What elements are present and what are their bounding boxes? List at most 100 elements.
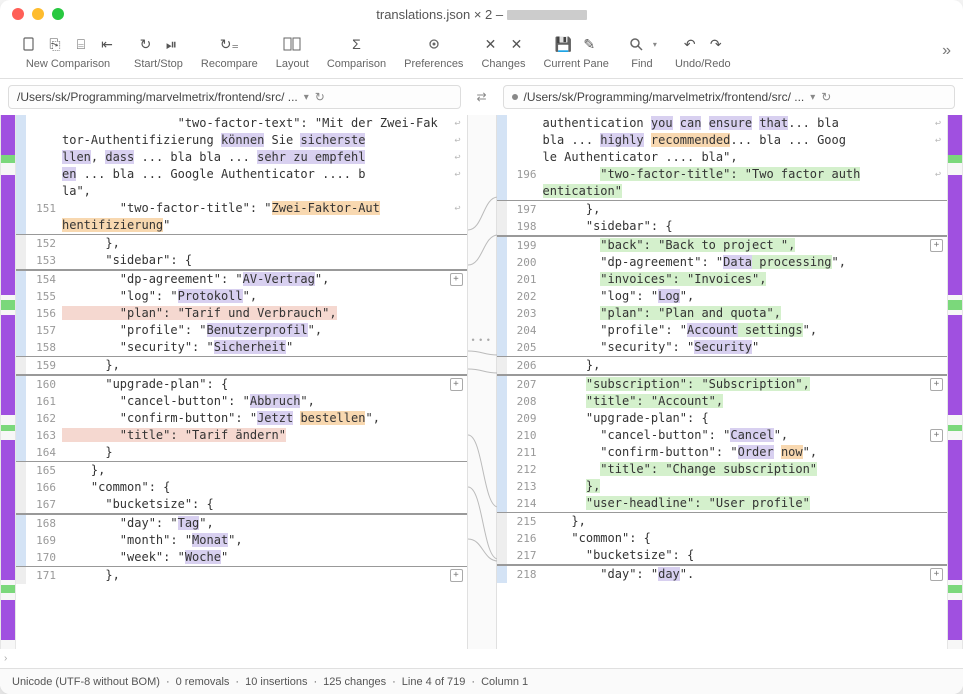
history-icon[interactable]: ↻ xyxy=(821,90,831,104)
code-row[interactable]: 203 "plan": "Plan and quota", xyxy=(497,305,948,322)
code-row[interactable]: 168 "day": "Tag", xyxy=(16,514,467,532)
code-row[interactable]: 162 "confirm-button": "Jetzt bestellen", xyxy=(16,410,467,427)
left-overview-gutter[interactable] xyxy=(0,115,16,649)
code-content[interactable]: bla ... highly recommended... bla ... Go… xyxy=(543,132,948,149)
merge-button[interactable]: + xyxy=(930,378,943,391)
code-content[interactable]: "back": "Back to project ",+ xyxy=(543,237,948,254)
path-swap-icon[interactable]: ⇄ xyxy=(473,90,491,104)
left-pane[interactable]: "two-factor-text": "Mit der Zwei-Fak↩tor… xyxy=(16,115,467,649)
code-content[interactable]: "plan": "Tarif und Verbrauch", xyxy=(62,305,467,322)
code-row[interactable]: 214 "user-headline": "User profile" xyxy=(497,495,948,513)
code-content[interactable]: tor-Authentifizierung können Sie sichers… xyxy=(62,132,467,149)
code-content[interactable]: "bucketsize": { xyxy=(543,547,948,564)
code-row[interactable]: 211 "confirm-button": "Order now", xyxy=(497,444,948,461)
expand-icon[interactable]: › xyxy=(4,653,7,664)
code-row[interactable]: en ... bla ... Google Authenticator ....… xyxy=(16,166,467,183)
code-content[interactable]: "two-factor-text": "Mit der Zwei-Fak↩ xyxy=(62,115,467,132)
code-content[interactable]: entication" xyxy=(543,183,948,200)
code-content[interactable]: "log": "Protokoll", xyxy=(62,288,467,305)
code-content[interactable]: }, xyxy=(62,235,467,252)
code-content[interactable]: "plan": "Plan and quota", xyxy=(543,305,948,322)
code-content[interactable]: la", xyxy=(62,183,467,200)
code-row[interactable]: 171 },+ xyxy=(16,567,467,584)
save-icon[interactable]: 💾 xyxy=(554,35,572,53)
code-row[interactable]: 151 "two-factor-title": "Zwei-Faktor-Aut… xyxy=(16,200,467,217)
code-content[interactable]: "confirm-button": "Order now", xyxy=(543,444,948,461)
code-row[interactable]: bla ... highly recommended... bla ... Go… xyxy=(497,132,948,149)
code-content[interactable]: "log": "Log", xyxy=(543,288,948,305)
code-row[interactable]: 216 "common": { xyxy=(497,530,948,547)
code-row[interactable]: 207 "subscription": "Subscription",+ xyxy=(497,375,948,393)
code-row[interactable]: 161 "cancel-button": "Abbruch", xyxy=(16,393,467,410)
code-row[interactable]: "two-factor-text": "Mit der Zwei-Fak↩ xyxy=(16,115,467,132)
code-row[interactable]: 205 "security": "Security" xyxy=(497,339,948,357)
gear-icon[interactable] xyxy=(425,35,443,53)
code-row[interactable]: 201 "invoices": "Invoices", xyxy=(497,271,948,288)
code-content[interactable]: "title": "Change subscription" xyxy=(543,461,948,478)
code-content[interactable]: "sidebar": { xyxy=(543,218,948,235)
code-content[interactable]: "common": { xyxy=(543,530,948,547)
merge-button[interactable]: + xyxy=(930,568,943,581)
code-content[interactable]: "day": "day".+ xyxy=(543,566,948,583)
search-icon[interactable] xyxy=(627,35,645,53)
code-content[interactable]: "subscription": "Subscription",+ xyxy=(543,376,948,393)
code-content[interactable]: "profile": "Benutzerprofil", xyxy=(62,322,467,339)
code-content[interactable]: en ... bla ... Google Authenticator ....… xyxy=(62,166,467,183)
code-row[interactable]: 156 "plan": "Tarif und Verbrauch", xyxy=(16,305,467,322)
right-overview-gutter[interactable] xyxy=(947,115,963,649)
code-content[interactable]: "cancel-button": "Abbruch", xyxy=(62,393,467,410)
code-content[interactable]: llen, dass ... bla bla ... sehr zu empfe… xyxy=(62,149,467,166)
code-row[interactable]: 196 "two-factor-title": "Two factor auth… xyxy=(497,166,948,183)
titlebar[interactable]: translations.json × 2 – xyxy=(0,0,963,28)
code-row[interactable]: 204 "profile": "Account settings", xyxy=(497,322,948,339)
code-content[interactable]: "cancel-button": "Cancel",+ xyxy=(543,427,948,444)
code-row[interactable]: 163 "title": "Tarif ändern" xyxy=(16,427,467,444)
code-row[interactable]: hentifizierung" xyxy=(16,217,467,235)
code-row[interactable]: 158 "security": "Sicherheit" xyxy=(16,339,467,357)
merge-button[interactable]: + xyxy=(450,273,463,286)
code-content[interactable]: }, xyxy=(543,357,948,374)
merge-button[interactable]: + xyxy=(450,378,463,391)
code-row[interactable]: entication" xyxy=(497,183,948,201)
code-content[interactable]: "security": "Security" xyxy=(543,339,948,356)
code-content[interactable]: hentifizierung" xyxy=(62,217,467,234)
code-row[interactable]: 155 "log": "Protokoll", xyxy=(16,288,467,305)
code-content[interactable]: "two-factor-title": "Zwei-Faktor-Aut↩ xyxy=(62,200,467,217)
code-content[interactable]: "upgrade-plan": { xyxy=(543,410,948,427)
dropdown-icon[interactable]: ▾ xyxy=(810,92,815,103)
code-row[interactable]: la", xyxy=(16,183,467,200)
code-row[interactable]: 166 "common": { xyxy=(16,479,467,496)
code-row[interactable]: tor-Authentifizierung können Sie sichers… xyxy=(16,132,467,149)
code-row[interactable]: 198 "sidebar": { xyxy=(497,218,948,236)
code-row[interactable]: 160 "upgrade-plan": {+ xyxy=(16,375,467,393)
code-content[interactable]: "week": "Woche" xyxy=(62,549,467,566)
code-content[interactable]: "dp-agreement": "AV-Vertrag",+ xyxy=(62,271,467,288)
code-row[interactable]: 170 "week": "Woche" xyxy=(16,549,467,567)
code-row[interactable]: le Authenticator .... bla", xyxy=(497,149,948,166)
code-row[interactable]: 202 "log": "Log", xyxy=(497,288,948,305)
xright-icon[interactable]: ✕ xyxy=(507,35,525,53)
code-row[interactable]: 213 }, xyxy=(497,478,948,495)
code-row[interactable]: 152 }, xyxy=(16,235,467,252)
code-row[interactable]: 164 } xyxy=(16,444,467,462)
right-pane[interactable]: authentication you can ensure that... bl… xyxy=(497,115,948,649)
layout-icon[interactable] xyxy=(283,35,301,53)
code-content[interactable]: "two-factor-title": "Two factor auth↩ xyxy=(543,166,948,183)
dropdown-icon[interactable]: ▾ xyxy=(304,92,309,103)
code-row[interactable]: 208 "title": "Account", xyxy=(497,393,948,410)
xleft-icon[interactable]: ✕ xyxy=(481,35,499,53)
code-content[interactable]: "title": "Account", xyxy=(543,393,948,410)
code-content[interactable]: }, xyxy=(62,357,467,374)
code-content[interactable]: "profile": "Account settings", xyxy=(543,322,948,339)
code-content[interactable]: "dp-agreement": "Data processing", xyxy=(543,254,948,271)
history-icon[interactable]: ↻ xyxy=(315,90,325,104)
code-content[interactable]: }, xyxy=(543,478,948,495)
code-row[interactable]: 217 "bucketsize": { xyxy=(497,547,948,565)
code-content[interactable]: }, xyxy=(62,462,467,479)
right-path[interactable]: /Users/sk/Programming/marvelmetrix/front… xyxy=(503,85,956,109)
code-row[interactable]: 212 "title": "Change subscription" xyxy=(497,461,948,478)
code-content[interactable]: "common": { xyxy=(62,479,467,496)
code-content[interactable]: "day": "Tag", xyxy=(62,515,467,532)
code-row[interactable]: 197 }, xyxy=(497,201,948,218)
code-row[interactable]: 200 "dp-agreement": "Data processing", xyxy=(497,254,948,271)
